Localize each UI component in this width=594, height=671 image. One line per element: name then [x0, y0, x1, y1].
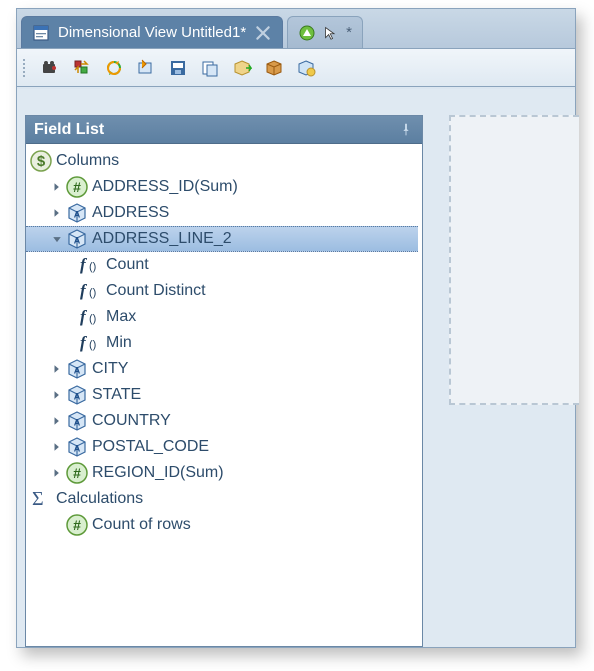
tab-dimensional-view[interactable]: Dimensional View Untitled1* [21, 16, 283, 48]
expander-icon[interactable] [50, 232, 64, 246]
expander-icon[interactable] [50, 206, 64, 220]
hash-icon [66, 462, 88, 484]
sigma-icon [30, 488, 52, 510]
tree-fn-count-distinct[interactable]: Count Distinct [26, 278, 418, 304]
tree-label: COUNTRY [92, 408, 171, 434]
panel-header[interactable]: Field List [26, 116, 422, 144]
cube-icon [66, 358, 88, 380]
tree-label: Columns [56, 148, 119, 174]
expander-icon[interactable] [50, 180, 64, 194]
app-window: Dimensional View Untitled1* * Field List [16, 8, 576, 648]
document-icon [32, 24, 50, 42]
panel-body: Columns ADDRESS_ID(Sum) ADDRESS [26, 144, 422, 646]
pin-icon[interactable] [398, 122, 414, 138]
function-icon [80, 332, 102, 354]
drop-zone[interactable] [449, 115, 579, 405]
tree-label: ADDRESS [92, 200, 169, 226]
wizard-icon [298, 24, 316, 42]
field-tree: Columns ADDRESS_ID(Sum) ADDRESS [26, 148, 418, 538]
tree-label: ADDRESS_ID(Sum) [92, 174, 238, 200]
toolbar-btn-save[interactable] [165, 55, 191, 81]
tree-label: Count of rows [92, 512, 191, 538]
dollar-icon [30, 150, 52, 172]
tree-root-calculations[interactable]: Calculations [26, 486, 418, 512]
toolbar-btn-cube-settings[interactable] [293, 55, 319, 81]
toolbar-btn-record[interactable] [37, 55, 63, 81]
tree-item-state[interactable]: STATE [26, 382, 418, 408]
field-list-panel: Field List Columns ADDRESS_ID(Sum) [25, 115, 423, 647]
tree-fn-count[interactable]: Count [26, 252, 418, 278]
tree-item-country[interactable]: COUNTRY [26, 408, 418, 434]
tree-item-postal-code[interactable]: POSTAL_CODE [26, 434, 418, 460]
tree-fn-max[interactable]: Max [26, 304, 418, 330]
function-icon [80, 254, 102, 276]
hash-icon [66, 176, 88, 198]
tree-item-address-id[interactable]: ADDRESS_ID(Sum) [26, 174, 418, 200]
tree-label: REGION_ID(Sum) [92, 460, 224, 486]
function-icon [80, 280, 102, 302]
tab-label: * [346, 24, 352, 41]
expander-icon[interactable] [50, 388, 64, 402]
toolbar-btn-swap[interactable] [69, 55, 95, 81]
tab-label: Dimensional View Untitled1* [58, 24, 246, 41]
panel-title: Field List [34, 121, 104, 139]
hash-icon [66, 514, 88, 536]
toolbar-grip [23, 59, 29, 77]
cube-icon [66, 436, 88, 458]
expander-icon[interactable] [50, 466, 64, 480]
toolbar-btn-export[interactable] [229, 55, 255, 81]
tree-label: ADDRESS_LINE_2 [92, 226, 232, 252]
tree-root-columns[interactable]: Columns [26, 148, 418, 174]
expander-icon[interactable] [50, 440, 64, 454]
tree-label: Count Distinct [106, 278, 206, 304]
toolbar-btn-import[interactable] [133, 55, 159, 81]
cube-icon [66, 228, 88, 250]
tree-fn-min[interactable]: Min [26, 330, 418, 356]
tree-label: Calculations [56, 486, 143, 512]
close-icon[interactable] [254, 24, 272, 42]
tree-item-address[interactable]: ADDRESS [26, 200, 418, 226]
expander-icon[interactable] [50, 414, 64, 428]
function-icon [80, 306, 102, 328]
tree-label: Max [106, 304, 136, 330]
tree-item-address-line-2[interactable]: ADDRESS_LINE_2 [26, 226, 418, 252]
cube-icon [66, 410, 88, 432]
workspace: Field List Columns ADDRESS_ID(Sum) [17, 89, 575, 647]
tree-item-region-id[interactable]: REGION_ID(Sum) [26, 460, 418, 486]
tab-bar: Dimensional View Untitled1* * [17, 9, 575, 49]
tree-item-count-of-rows[interactable]: Count of rows [26, 512, 418, 538]
tree-label: STATE [92, 382, 141, 408]
expander-spacer [50, 518, 64, 532]
toolbar-btn-refresh[interactable] [101, 55, 127, 81]
tree-label: CITY [92, 356, 128, 382]
tree-item-city[interactable]: CITY [26, 356, 418, 382]
toolbar [17, 49, 575, 87]
expander-icon[interactable] [50, 362, 64, 376]
cube-icon [66, 202, 88, 224]
tree-label: Min [106, 330, 132, 356]
cursor-icon [324, 24, 338, 42]
tree-label: POSTAL_CODE [92, 434, 209, 460]
tab-secondary[interactable]: * [287, 16, 363, 48]
tree-label: Count [106, 252, 149, 278]
toolbar-btn-copy[interactable] [197, 55, 223, 81]
toolbar-btn-package[interactable] [261, 55, 287, 81]
cube-icon [66, 384, 88, 406]
